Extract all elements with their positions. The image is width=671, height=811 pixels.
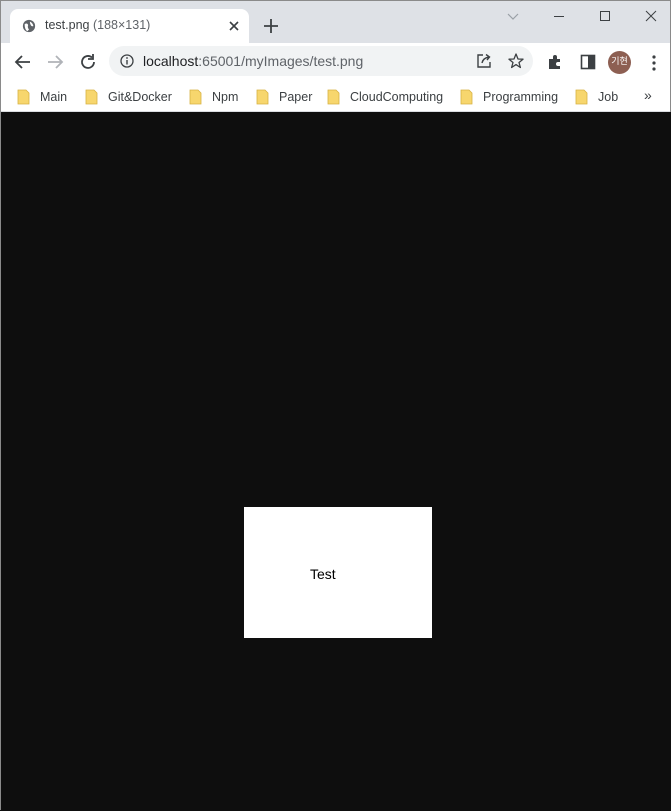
more-menu-icon[interactable]	[646, 53, 662, 73]
image-text: Test	[310, 566, 336, 582]
browser-window: test.png (188×131) localhost:65001/myIma…	[0, 0, 671, 811]
extensions-puzzle-icon[interactable]	[546, 53, 564, 71]
address-bar[interactable]: localhost:65001/myImages/test.png	[109, 46, 533, 76]
url-text[interactable]: localhost:65001/myImages/test.png	[143, 53, 363, 69]
bookmarks-bar: Main Git&Docker Npm Paper CloudComputing…	[1, 81, 670, 112]
minimize-icon[interactable]	[550, 7, 568, 25]
tab-title-name: test.png	[45, 18, 90, 32]
page-content: Test	[2, 112, 671, 811]
bookmark-cloudcomputing[interactable]: CloudComputing	[327, 86, 443, 108]
bookmark-label: Job	[598, 90, 619, 104]
folder-icon	[575, 89, 588, 105]
window-close-icon[interactable]	[642, 7, 660, 25]
tab-active[interactable]: test.png (188×131)	[10, 9, 249, 43]
bookmark-job[interactable]: Job	[575, 86, 618, 108]
tab-title: test.png (188×131)	[45, 18, 150, 32]
bookmark-label: CloudComputing	[350, 90, 444, 104]
tab-strip: test.png (188×131)	[1, 1, 670, 43]
bookmark-main[interactable]: Main	[17, 86, 67, 108]
globe-icon	[22, 19, 36, 33]
maximize-icon[interactable]	[596, 7, 614, 25]
bookmark-label: Git&Docker	[108, 90, 172, 104]
bookmark-label: Paper	[279, 90, 313, 104]
back-arrow-icon[interactable]	[12, 51, 34, 73]
folder-icon	[460, 89, 473, 105]
close-icon[interactable]	[226, 18, 242, 34]
bookmarks-overflow-chevron[interactable]: »	[644, 87, 652, 103]
folder-icon	[189, 89, 202, 105]
chevron-down-icon[interactable]	[504, 7, 522, 25]
reload-icon[interactable]	[77, 51, 99, 73]
bookmark-label: Programming	[483, 90, 559, 104]
folder-icon	[327, 89, 340, 105]
star-icon[interactable]	[507, 52, 525, 70]
url-path: :65001/myImages/test.png	[198, 53, 364, 69]
bookmark-git-docker[interactable]: Git&Docker	[85, 86, 172, 108]
tab-title-dimensions: (188×131)	[92, 18, 151, 32]
forward-arrow-icon[interactable]	[44, 51, 66, 73]
displayed-image[interactable]: Test	[244, 507, 432, 638]
toolbar: localhost:65001/myImages/test.png 기현	[1, 43, 670, 81]
folder-icon	[17, 89, 30, 105]
folder-icon	[85, 89, 98, 105]
bookmark-label: Main	[40, 90, 68, 104]
folder-icon	[256, 89, 269, 105]
bookmark-programming[interactable]: Programming	[460, 86, 558, 108]
side-panel-icon[interactable]	[579, 53, 597, 71]
share-icon[interactable]	[475, 52, 493, 70]
url-host: localhost	[143, 53, 199, 69]
info-icon[interactable]	[120, 54, 134, 68]
bookmark-label: Npm	[212, 90, 239, 104]
profile-avatar[interactable]: 기현	[608, 51, 631, 74]
bookmark-npm[interactable]: Npm	[189, 86, 238, 108]
new-tab-plus-icon[interactable]	[262, 17, 280, 35]
bookmark-paper[interactable]: Paper	[256, 86, 312, 108]
